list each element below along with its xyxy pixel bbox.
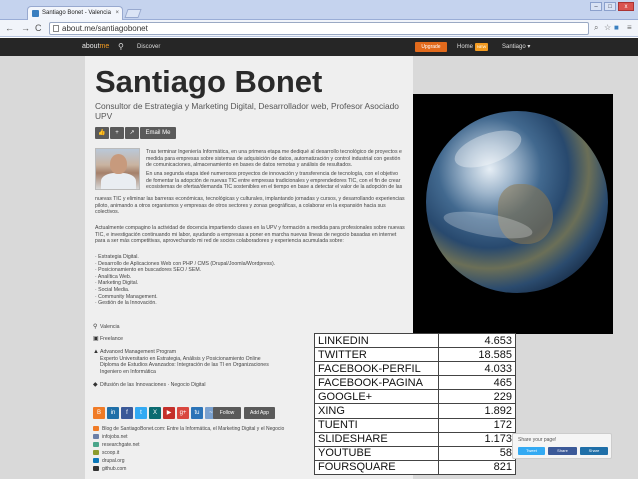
address-bar[interactable]: about.me/santiagobonet <box>49 22 589 35</box>
share-box: Share your page! Tweet Share Share <box>512 433 612 459</box>
profile-actions: 👍 + ↗ Email Me <box>95 127 176 139</box>
maximize-button[interactable]: □ <box>604 2 616 11</box>
list-item[interactable]: Blog de SantiagoBonet.com: Entre la Info… <box>93 425 284 433</box>
link-icon <box>93 434 99 440</box>
background-earth-image <box>413 94 613 334</box>
list-item[interactable]: researchgate.net <box>93 441 284 449</box>
briefcase-icon: ▣ <box>93 336 99 342</box>
links-list: Blog de SantiagoBonet.com: Entre la Info… <box>93 425 284 473</box>
profile-photo <box>95 148 140 190</box>
user-menu[interactable]: Santiago ▾ <box>502 42 530 52</box>
work-row: ▣Freelance <box>93 336 124 342</box>
tag-icon: ◆ <box>93 382 98 388</box>
favicon-icon <box>32 10 39 17</box>
table-row: FACEBOOK-PAGINA 465 <box>314 375 516 391</box>
link-icon <box>93 466 99 472</box>
list-item[interactable]: scoop.it <box>93 449 284 457</box>
star-icon[interactable]: ☆ <box>604 23 611 33</box>
interests-row: ◆ Difusión de las Innovaciones · Negocio … <box>93 382 206 388</box>
list-item[interactable]: infojobs.net <box>93 433 284 441</box>
search-icon[interactable]: ⚲ <box>118 42 124 52</box>
profile-name: Santiago Bonet <box>95 64 323 99</box>
youtube-icon[interactable]: ▶ <box>163 407 175 419</box>
blog-icon[interactable]: B <box>93 407 105 419</box>
upgrade-button[interactable]: Upgrade <box>415 42 447 52</box>
list-item: · Marketing Digital. <box>95 280 139 287</box>
social-icons: B in f t X ▶ g+ tu ~ <box>93 407 217 419</box>
table-row: LINKEDIN 4.653 <box>314 332 516 349</box>
link-icon <box>93 450 99 456</box>
social-stats-table: LINKEDIN 4.653 TWITTER 18.585 FACEBOOK-PER… <box>314 332 516 475</box>
profile-headline: Consultor de Estrategia y Marketing Digi… <box>95 101 399 121</box>
twitter-icon[interactable]: t <box>135 407 147 419</box>
list-item: · Social Media. <box>95 286 130 293</box>
tweet-button[interactable]: Tweet <box>518 447 545 455</box>
link-icon <box>93 442 99 448</box>
minimize-button[interactable]: – <box>590 2 602 11</box>
table-row: SLIDESHARE 1.173 <box>314 431 516 447</box>
new-tab-button[interactable] <box>124 9 142 18</box>
aboutme-logo[interactable]: aboutme <box>82 42 109 52</box>
table-row: TWITTER 18.585 <box>314 347 516 363</box>
bio-paragraph-2: En una segunda etapa ideé numerosos proy… <box>146 171 403 190</box>
list-item: · Estrategia Digital. <box>95 254 139 260</box>
close-tab-icon[interactable]: × <box>115 7 119 20</box>
browser-toolbar: ← → C about.me/santiagobonet ⌕ ☆ ■ ≡ <box>0 20 638 37</box>
page-icon <box>53 25 59 32</box>
wrench-icon[interactable]: ≡ <box>627 23 632 33</box>
google-plus-icon[interactable]: g+ <box>177 407 189 419</box>
reload-button[interactable]: C <box>35 23 42 34</box>
home-link[interactable]: Home <box>457 42 473 52</box>
email-me-button[interactable]: Email Me <box>140 127 176 139</box>
table-row: YOUTUBE 58 <box>314 445 516 461</box>
table-row: FACEBOOK-PERFIL 4.033 <box>314 361 516 377</box>
list-item[interactable]: drupal.org <box>93 457 284 465</box>
discover-link[interactable]: Discover <box>137 42 160 52</box>
forward-button[interactable]: → <box>21 23 30 34</box>
share-title: Share your page! <box>518 437 557 443</box>
list-item: · Desarrollo de Aplicaciones Web con PHP… <box>95 260 276 267</box>
browser-tabstrip: Santiago Bonet - Valencia × – □ x <box>0 0 638 20</box>
share-button[interactable]: ↗ <box>125 127 139 139</box>
close-window-button[interactable]: x <box>618 2 634 11</box>
link-icon <box>93 458 99 464</box>
table-row: GOOGLE+ 229 <box>314 389 516 405</box>
table-row: TUENTI 172 <box>314 417 516 433</box>
extension-icon[interactable]: ■ <box>614 23 619 33</box>
linkedin-share-button[interactable]: Share <box>580 447 608 455</box>
bio-paragraph-3: Actualmente compagino la actividad de do… <box>95 225 405 244</box>
list-item: · Analítica Web. <box>95 273 132 280</box>
graduation-cap-icon: ▲ <box>93 349 99 355</box>
skills-list: · Estrategia Digital. · Desarrollo de Ap… <box>95 254 275 307</box>
linkedin-icon[interactable]: in <box>107 407 119 419</box>
bio-paragraph-1: Tras terminar Ingeniería Informática, en… <box>146 149 402 168</box>
facebook-share-button[interactable]: Share <box>548 447 577 455</box>
browser-tab[interactable]: Santiago Bonet - Valencia × <box>27 6 123 20</box>
list-item: · Community Management. <box>95 293 158 300</box>
add-app-button[interactable]: Add App <box>244 407 275 419</box>
follow-button[interactable]: Follow <box>213 407 241 419</box>
xing-icon[interactable]: X <box>149 407 161 419</box>
new-badge: NEW <box>475 43 489 51</box>
aboutme-header: aboutme ⚲ Discover Upgrade Home NEW Sant… <box>0 38 638 56</box>
tuenti-icon[interactable]: tu <box>191 407 203 419</box>
list-item: · Posicionamiento en buscadores SEO / SE… <box>95 267 202 274</box>
education-row: ▲Advanced Management Program Experto Uni… <box>93 349 269 375</box>
like-button[interactable]: 👍 <box>95 127 109 139</box>
back-button[interactable]: ← <box>5 23 14 34</box>
location-row: ⚲ Valencia <box>93 324 120 330</box>
list-item: · Gestión de la Innovación. <box>95 300 157 307</box>
tab-title: Santiago Bonet - Valencia <box>42 10 111 16</box>
list-item[interactable]: github.com <box>93 465 284 473</box>
facebook-icon[interactable]: f <box>121 407 133 419</box>
location-pin-icon: ⚲ <box>93 324 98 330</box>
bio-paragraph-2-continued: nuevas TIC y eliminar las barreras econó… <box>95 196 405 215</box>
table-row: FOURSQUARE 821 <box>314 459 516 475</box>
blog-link-icon <box>93 426 99 432</box>
zoom-icon[interactable]: ⌕ <box>594 23 598 33</box>
url-text: about.me/santiagobonet <box>62 24 148 33</box>
add-contact-button[interactable]: + <box>110 127 124 139</box>
table-row: XING 1.892 <box>314 403 516 419</box>
window-controls: – □ x <box>590 2 634 11</box>
